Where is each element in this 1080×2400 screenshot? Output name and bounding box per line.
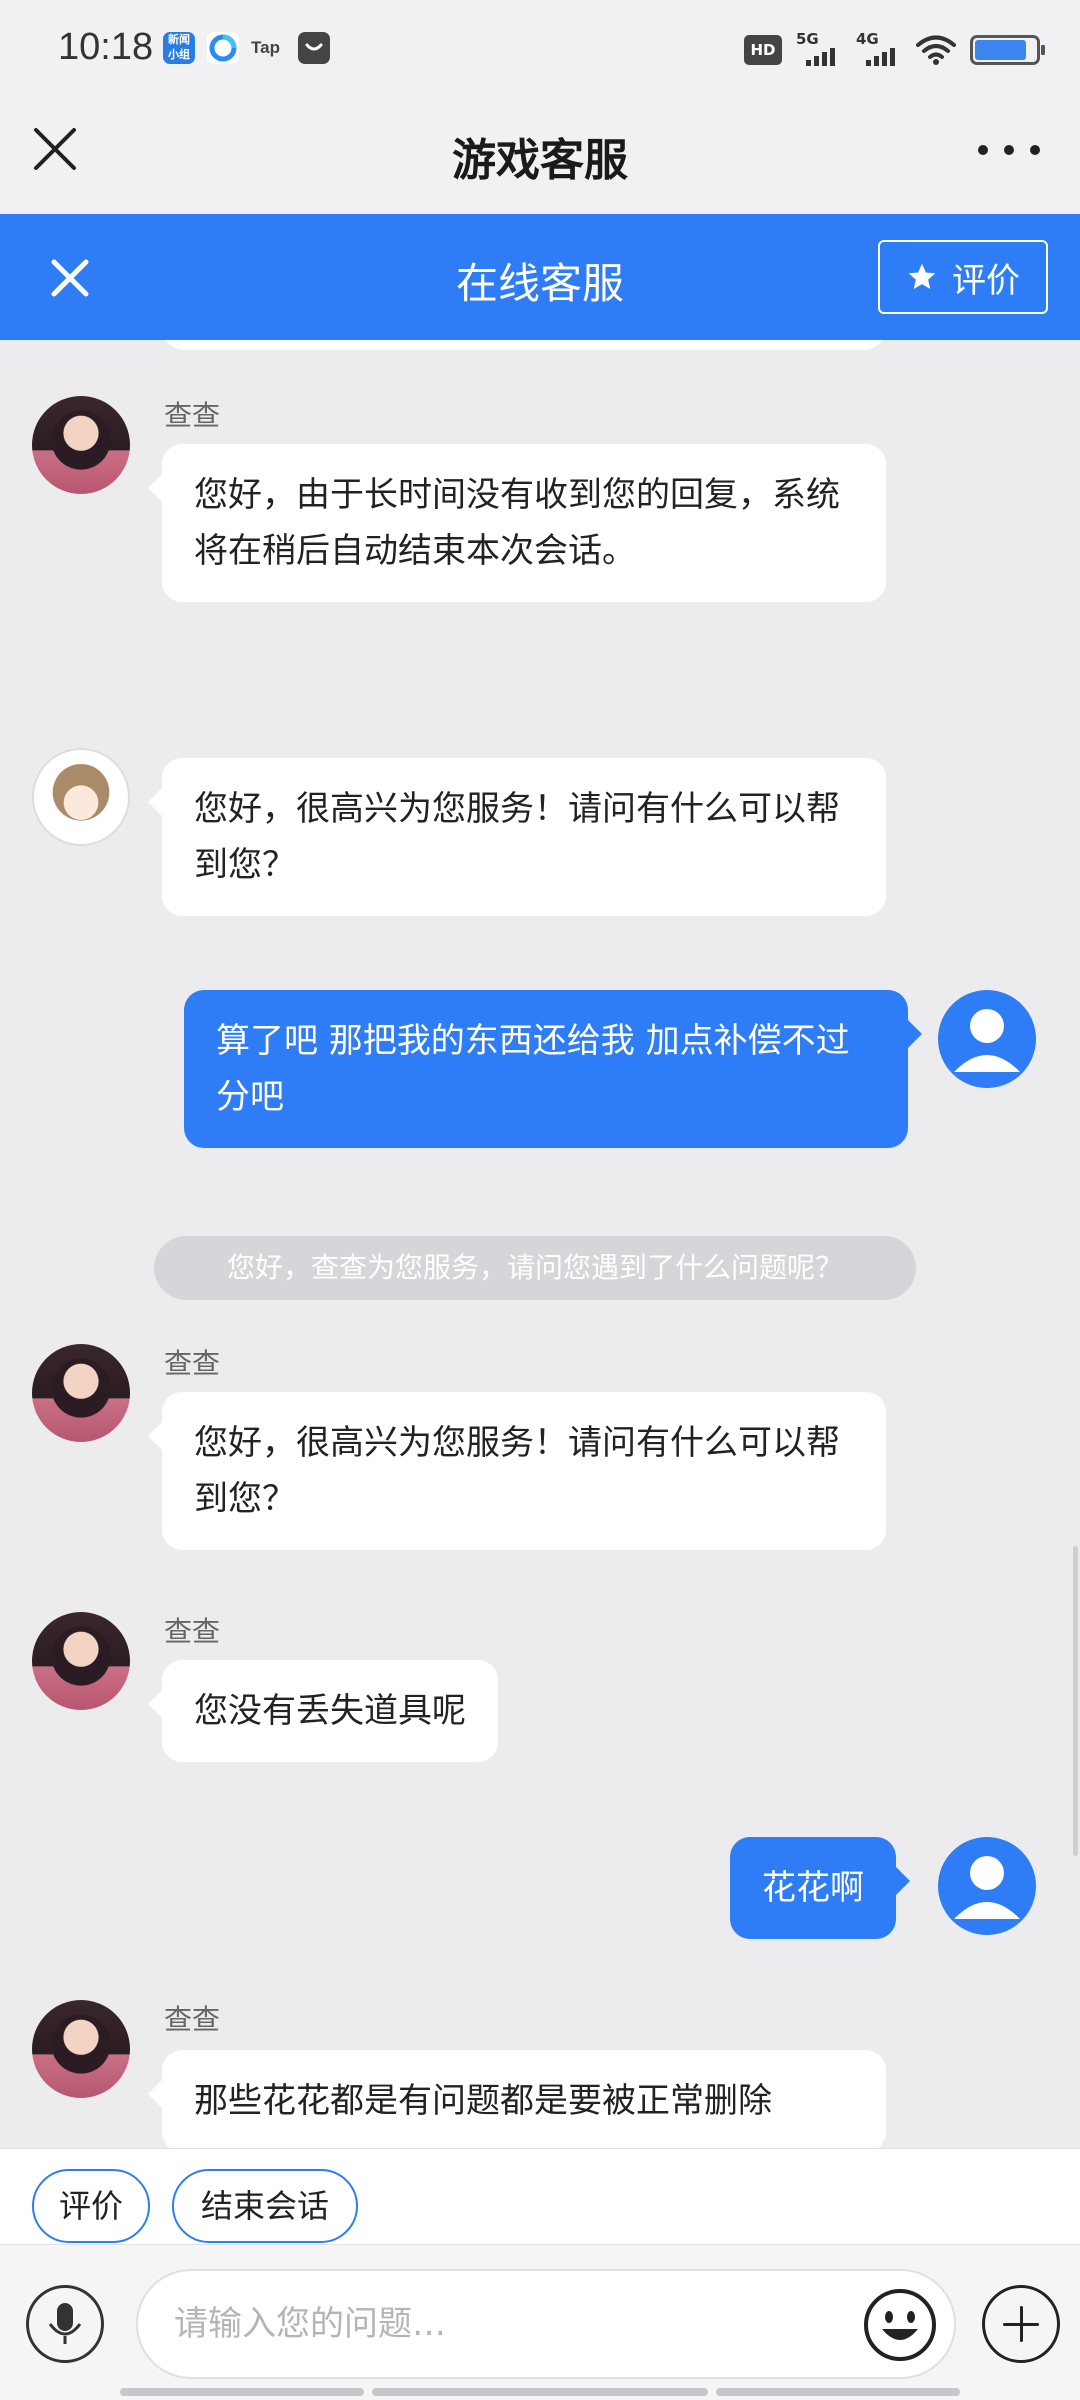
wifi-icon bbox=[916, 35, 956, 65]
quick-rate-button[interactable]: 评价 bbox=[32, 2169, 150, 2243]
message-bubble-partial bbox=[162, 340, 886, 350]
quick-actions-bar: 评价 结束会话 bbox=[0, 2148, 1080, 2244]
user-avatar-icon bbox=[954, 1009, 1020, 1072]
status-time: 10:18 bbox=[58, 26, 154, 68]
user-message-bubble[interactable]: 花花啊 bbox=[730, 1837, 910, 1939]
microphone-icon bbox=[48, 2303, 82, 2344]
user-avatar-icon bbox=[954, 1856, 1020, 1919]
agent-avatar[interactable] bbox=[32, 396, 130, 494]
message-app-icon bbox=[298, 32, 330, 64]
page-title: 游戏客服 bbox=[452, 135, 628, 186]
gesture-bar bbox=[120, 2388, 364, 2396]
rate-button-label: 评价 bbox=[952, 260, 1020, 301]
agent-name: 查查 bbox=[164, 1615, 221, 1648]
agent-avatar[interactable] bbox=[32, 1344, 130, 1442]
gesture-bar bbox=[372, 2388, 708, 2396]
agent-message-bubble[interactable]: 您好，由于长时间没有收到您的回复，系统将在稍后自动结束本次会话。 bbox=[148, 444, 886, 602]
browser-app-icon bbox=[207, 32, 239, 64]
voice-button[interactable] bbox=[26, 2285, 104, 2363]
user-message-bubble[interactable]: 算了吧 那把我的东西还给我 加点补偿不过分吧 bbox=[184, 990, 922, 1148]
more-icon[interactable] bbox=[978, 140, 1040, 160]
cs-header: 在线客服 评价 bbox=[0, 214, 1080, 340]
battery-icon bbox=[970, 35, 1045, 65]
agent-message-bubble[interactable]: 您好，很高兴为您服务！请问有什么可以帮到您？ bbox=[148, 1392, 886, 1550]
signal-5g-icon: 5G bbox=[796, 30, 842, 68]
user-avatar[interactable] bbox=[938, 1837, 1036, 1935]
agent-name: 查查 bbox=[164, 2003, 221, 2036]
hd-badge: HD bbox=[744, 35, 782, 65]
agent-message-bubble[interactable]: 那些花花都是有问题都是要被正常删除 bbox=[148, 2050, 886, 2148]
add-attachment-button[interactable] bbox=[982, 2285, 1060, 2363]
end-session-button[interactable]: 结束会话 bbox=[172, 2169, 358, 2243]
message-input[interactable] bbox=[136, 2269, 956, 2379]
news-app-icon: 新闻 小组 bbox=[163, 32, 195, 64]
signal-4g-icon: 4G bbox=[856, 30, 902, 68]
agent-avatar[interactable] bbox=[32, 1612, 130, 1710]
chat-scrollbar[interactable] bbox=[1073, 1546, 1078, 1856]
agent-avatar[interactable] bbox=[32, 2000, 130, 2098]
signal-5g-label: 5G bbox=[796, 30, 819, 48]
agent-message-bubble[interactable]: 您没有丢失道具呢 bbox=[148, 1660, 498, 1762]
input-bar bbox=[0, 2244, 1080, 2400]
agent-name: 查查 bbox=[164, 1347, 221, 1380]
rate-button[interactable]: 评价 bbox=[878, 240, 1048, 314]
agent-name: 查查 bbox=[164, 399, 221, 432]
emoji-icon[interactable] bbox=[862, 2287, 938, 2363]
system-notice: 您好，查查为您服务，请问您遇到了什么问题呢？ bbox=[154, 1236, 916, 1300]
nav-bar: 游戏客服 bbox=[0, 100, 1080, 214]
star-icon bbox=[908, 263, 936, 289]
chat-area[interactable]: 查查 您好，由于长时间没有收到您的回复，系统将在稍后自动结束本次会话。 您好，很… bbox=[0, 340, 1080, 2148]
battery-fill bbox=[975, 40, 1026, 60]
user-avatar[interactable] bbox=[938, 990, 1036, 1088]
status-bar: 10:18 新闻 小组 Tap HD 5G 4G bbox=[0, 0, 1080, 100]
gesture-bar bbox=[716, 2388, 960, 2396]
bot-message-bubble[interactable]: 您好，很高兴为您服务！请问有什么可以帮到您？ bbox=[148, 758, 886, 916]
bot-avatar[interactable] bbox=[32, 748, 130, 846]
signal-4g-label: 4G bbox=[856, 30, 879, 48]
tap-app-icon: Tap bbox=[251, 38, 280, 57]
status-indicators: HD 5G 4G bbox=[744, 30, 1045, 70]
